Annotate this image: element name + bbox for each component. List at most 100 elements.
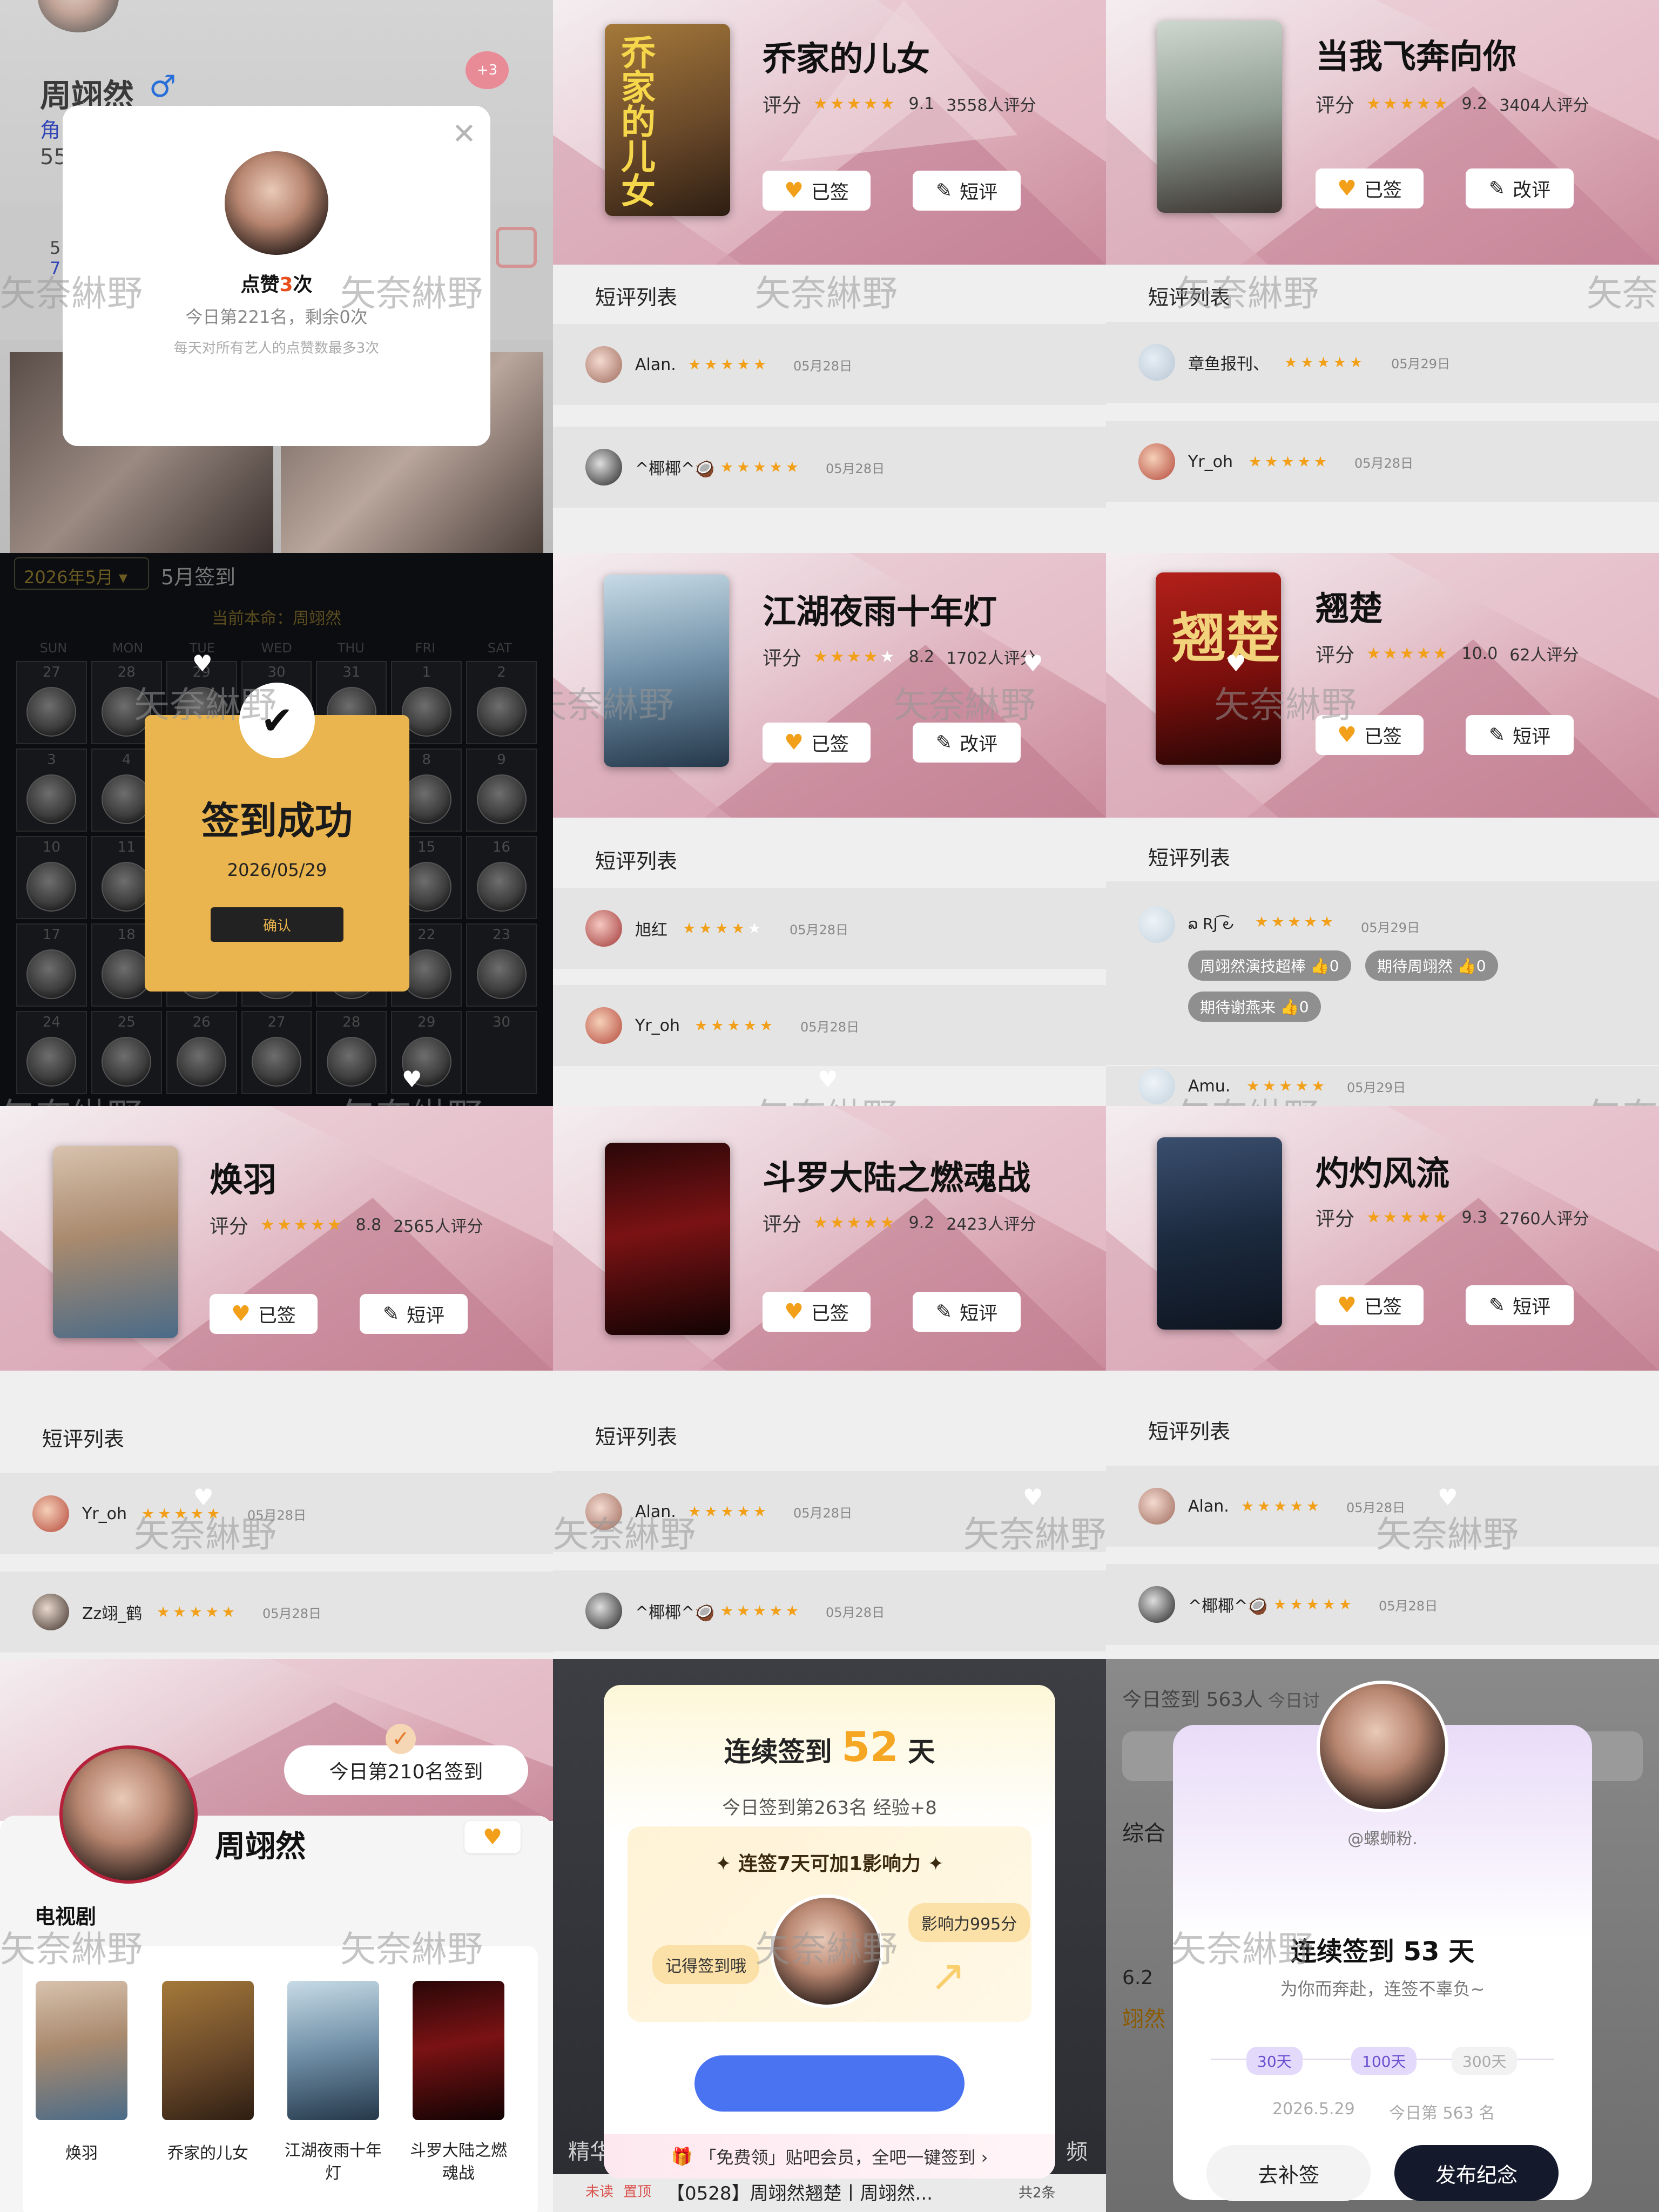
avatar [1138,1586,1175,1623]
vip-link[interactable]: 🎁 「免费领」贴吧会员，全吧一键签到 › [604,2134,1055,2179]
calendar-day[interactable]: 30 [466,1011,537,1094]
signed-button[interactable]: ♥ 已签 [763,171,871,211]
review-item[interactable]: Yr_oh ★★★★★ 05月28日 [1106,421,1659,502]
poster-3[interactable]: 翘楚 [1156,572,1281,765]
share-button[interactable] [694,2055,965,2112]
watermark: 矢奈綝野 [0,1928,143,1970]
rating-line: 评分 ★★★★★ 9.2 2423人评分 [763,1213,1036,1236]
rating-stars: ★★★★★ [683,920,765,937]
user-avatar [1317,1681,1448,1812]
streak-subtitle: 为你而奔赴，连签不辜负~ [1280,1979,1485,1999]
signed-button[interactable]: ♥ 已签 [1316,1285,1424,1325]
show-title: 江湖夜雨十年灯 [285,2141,382,2183]
review-item[interactable]: Zz翊_鹤 ★★★★★ 05月28日 [0,1572,553,1653]
show-poster[interactable] [162,1981,254,2120]
confirm-button[interactable]: 确认 [211,907,343,942]
drama-title: 翘楚 [1316,589,1383,628]
close-icon[interactable]: ✕ [452,117,476,151]
poster-1[interactable] [1157,21,1282,213]
watermark: 矢奈綝野 [1171,1928,1313,1970]
artist-avatar [26,1037,77,1087]
poster-2[interactable] [604,575,729,767]
heart-icon: ♥ [231,1301,251,1326]
calendar-icon[interactable] [496,227,537,268]
calendar-day[interactable]: 23 [466,923,537,1007]
review-item[interactable]: Yr_oh ★★★★★ 05月28日 [553,985,1106,1066]
review-item[interactable]: ^椰椰^🥥 ★★★★★ 05月28日 [1106,1564,1659,1645]
poster-4[interactable] [53,1146,178,1338]
rating-stars: ★★★★★ [1366,644,1450,663]
calendar-day[interactable]: 2 [466,661,537,744]
artist-avatar [26,949,77,999]
watermark: 矢奈綝野 [340,1928,483,1970]
weekday-row: SUN MON TUE WED THU FRI SAT [16,640,537,656]
edit-icon: ✎ [1488,724,1506,746]
calendar-day[interactable]: 25 [91,1011,162,1094]
review-item[interactable]: 章鱼报刊、 ★★★★★ 05月29日 [1106,322,1659,403]
review-button[interactable]: ✎ 短评 [1466,1285,1574,1325]
avatar [585,910,622,947]
review-button[interactable]: ✎ 改评 [913,723,1021,763]
weekday-label: FRI [415,640,436,656]
calendar-day[interactable]: 26 [166,1011,237,1094]
artist-avatar [476,687,527,737]
milestone-100: 100天 [1351,2047,1417,2075]
calendar-day[interactable]: 28 [316,1011,387,1094]
edit-icon: ✎ [1488,1294,1506,1317]
poster-6[interactable] [1157,1137,1282,1330]
tag-chip[interactable]: 周翊然演技超棒 👍 0 [1188,950,1351,981]
review-item[interactable]: ລ RJ ͡౿ ★★★★★ 05月29日 周翊然演技超棒 👍 0 期待周翊然 👍 0… [1106,881,1659,1065]
watermark: 矢奈綝野 [755,1928,898,1970]
heart-icon: ♥ [1337,176,1357,201]
calendar-day[interactable]: 10 [16,836,87,919]
edit-icon: ✎ [935,731,953,754]
review-item[interactable]: ^椰椰^🥥 ★★★★★ 05月28日 [553,1570,1106,1651]
calendar-day[interactable]: 17 [16,923,87,1007]
review-button[interactable]: ✎ 短评 [913,1292,1021,1332]
rating-stars: ★★★★★ [694,1017,777,1034]
show-poster[interactable] [413,1981,504,2120]
review-item[interactable]: ^椰椰^🥥 ★★★★★ 05月28日 [553,427,1106,508]
review-button[interactable]: ✎ 改评 [1466,168,1574,208]
tag-chip[interactable]: 期待谢燕来 👍 0 [1188,992,1321,1022]
review-button[interactable]: ✎ 短评 [913,171,1021,211]
panel-calendar: 2026年5月 ▾ 5月签到 当前本命：周翊然 SUN MON TUE WED THU F… [0,553,553,1106]
success-title: 签到成功 [201,799,353,843]
signed-button[interactable]: ♥ 已签 [763,723,871,763]
rating-stars: ★★★★★ [1366,94,1450,113]
review-button[interactable]: ✎ 短评 [1466,715,1574,755]
calendar-day[interactable]: 24 [16,1011,87,1094]
like-badge-button[interactable]: +3 [466,51,509,89]
show-title: 斗罗大陆之燃魂战 [410,2141,507,2183]
review-list-title: 短评列表 [553,818,1106,888]
publish-button[interactable]: 发布纪念 [1394,2145,1559,2201]
signed-button[interactable]: ♥ 已签 [763,1292,871,1332]
calendar-day[interactable]: 27 [16,661,87,744]
artist-avatar [26,687,77,737]
calendar-day[interactable]: 3 [16,748,87,832]
review-item[interactable]: 旭红 ★★★★★ 05月28日 [553,888,1106,969]
poster-0[interactable]: 乔家的儿女 [605,24,730,216]
tag-chip[interactable]: 期待周翊然 👍 0 [1365,950,1498,981]
heart-button[interactable]: ♥ [464,1821,521,1853]
watermark: 矢奈綝野 [134,1514,276,1555]
rating-line: 评分 ★★★★★ 9.1 3558人评分 [763,94,1036,117]
show-poster[interactable] [36,1981,127,2120]
calendar-day[interactable]: 9 [466,748,537,832]
avatar [585,1007,622,1044]
makeup-checkin-button[interactable]: 去补签 [1206,2145,1371,2201]
review-item[interactable]: Yr_oh ★★★★★ 05月28日 [0,1473,553,1554]
panel-drama-1: 当我飞奔向你 评分 ★★★★★ 9.2 3404人评分 ♥ 已签 ✎ 改评 短评列表 章鱼… [1106,0,1659,553]
review-list-title: 短评列表 [553,1371,1106,1473]
panel-drama-4: 焕羽 评分 ★★★★★ 8.8 2565人评分 ♥ 已签 ✎ 短评 短评列表 Yr_oh ★… [0,1106,553,1659]
signed-button[interactable]: ♥ 已签 [1316,168,1424,208]
show-poster[interactable] [287,1981,379,2120]
calendar-day[interactable]: 27 [241,1011,312,1094]
poster-5[interactable] [605,1143,730,1335]
calendar-day[interactable]: 16 [466,836,537,919]
heart-icon: ♥ [784,178,804,203]
review-button[interactable]: ✎ 短评 [360,1294,468,1334]
signed-button[interactable]: ♥ 已签 [210,1294,318,1334]
review-item[interactable]: Alan. ★★★★★ 05月28日 [553,324,1106,405]
month-select[interactable]: 2026年5月 ▾ [14,557,149,590]
